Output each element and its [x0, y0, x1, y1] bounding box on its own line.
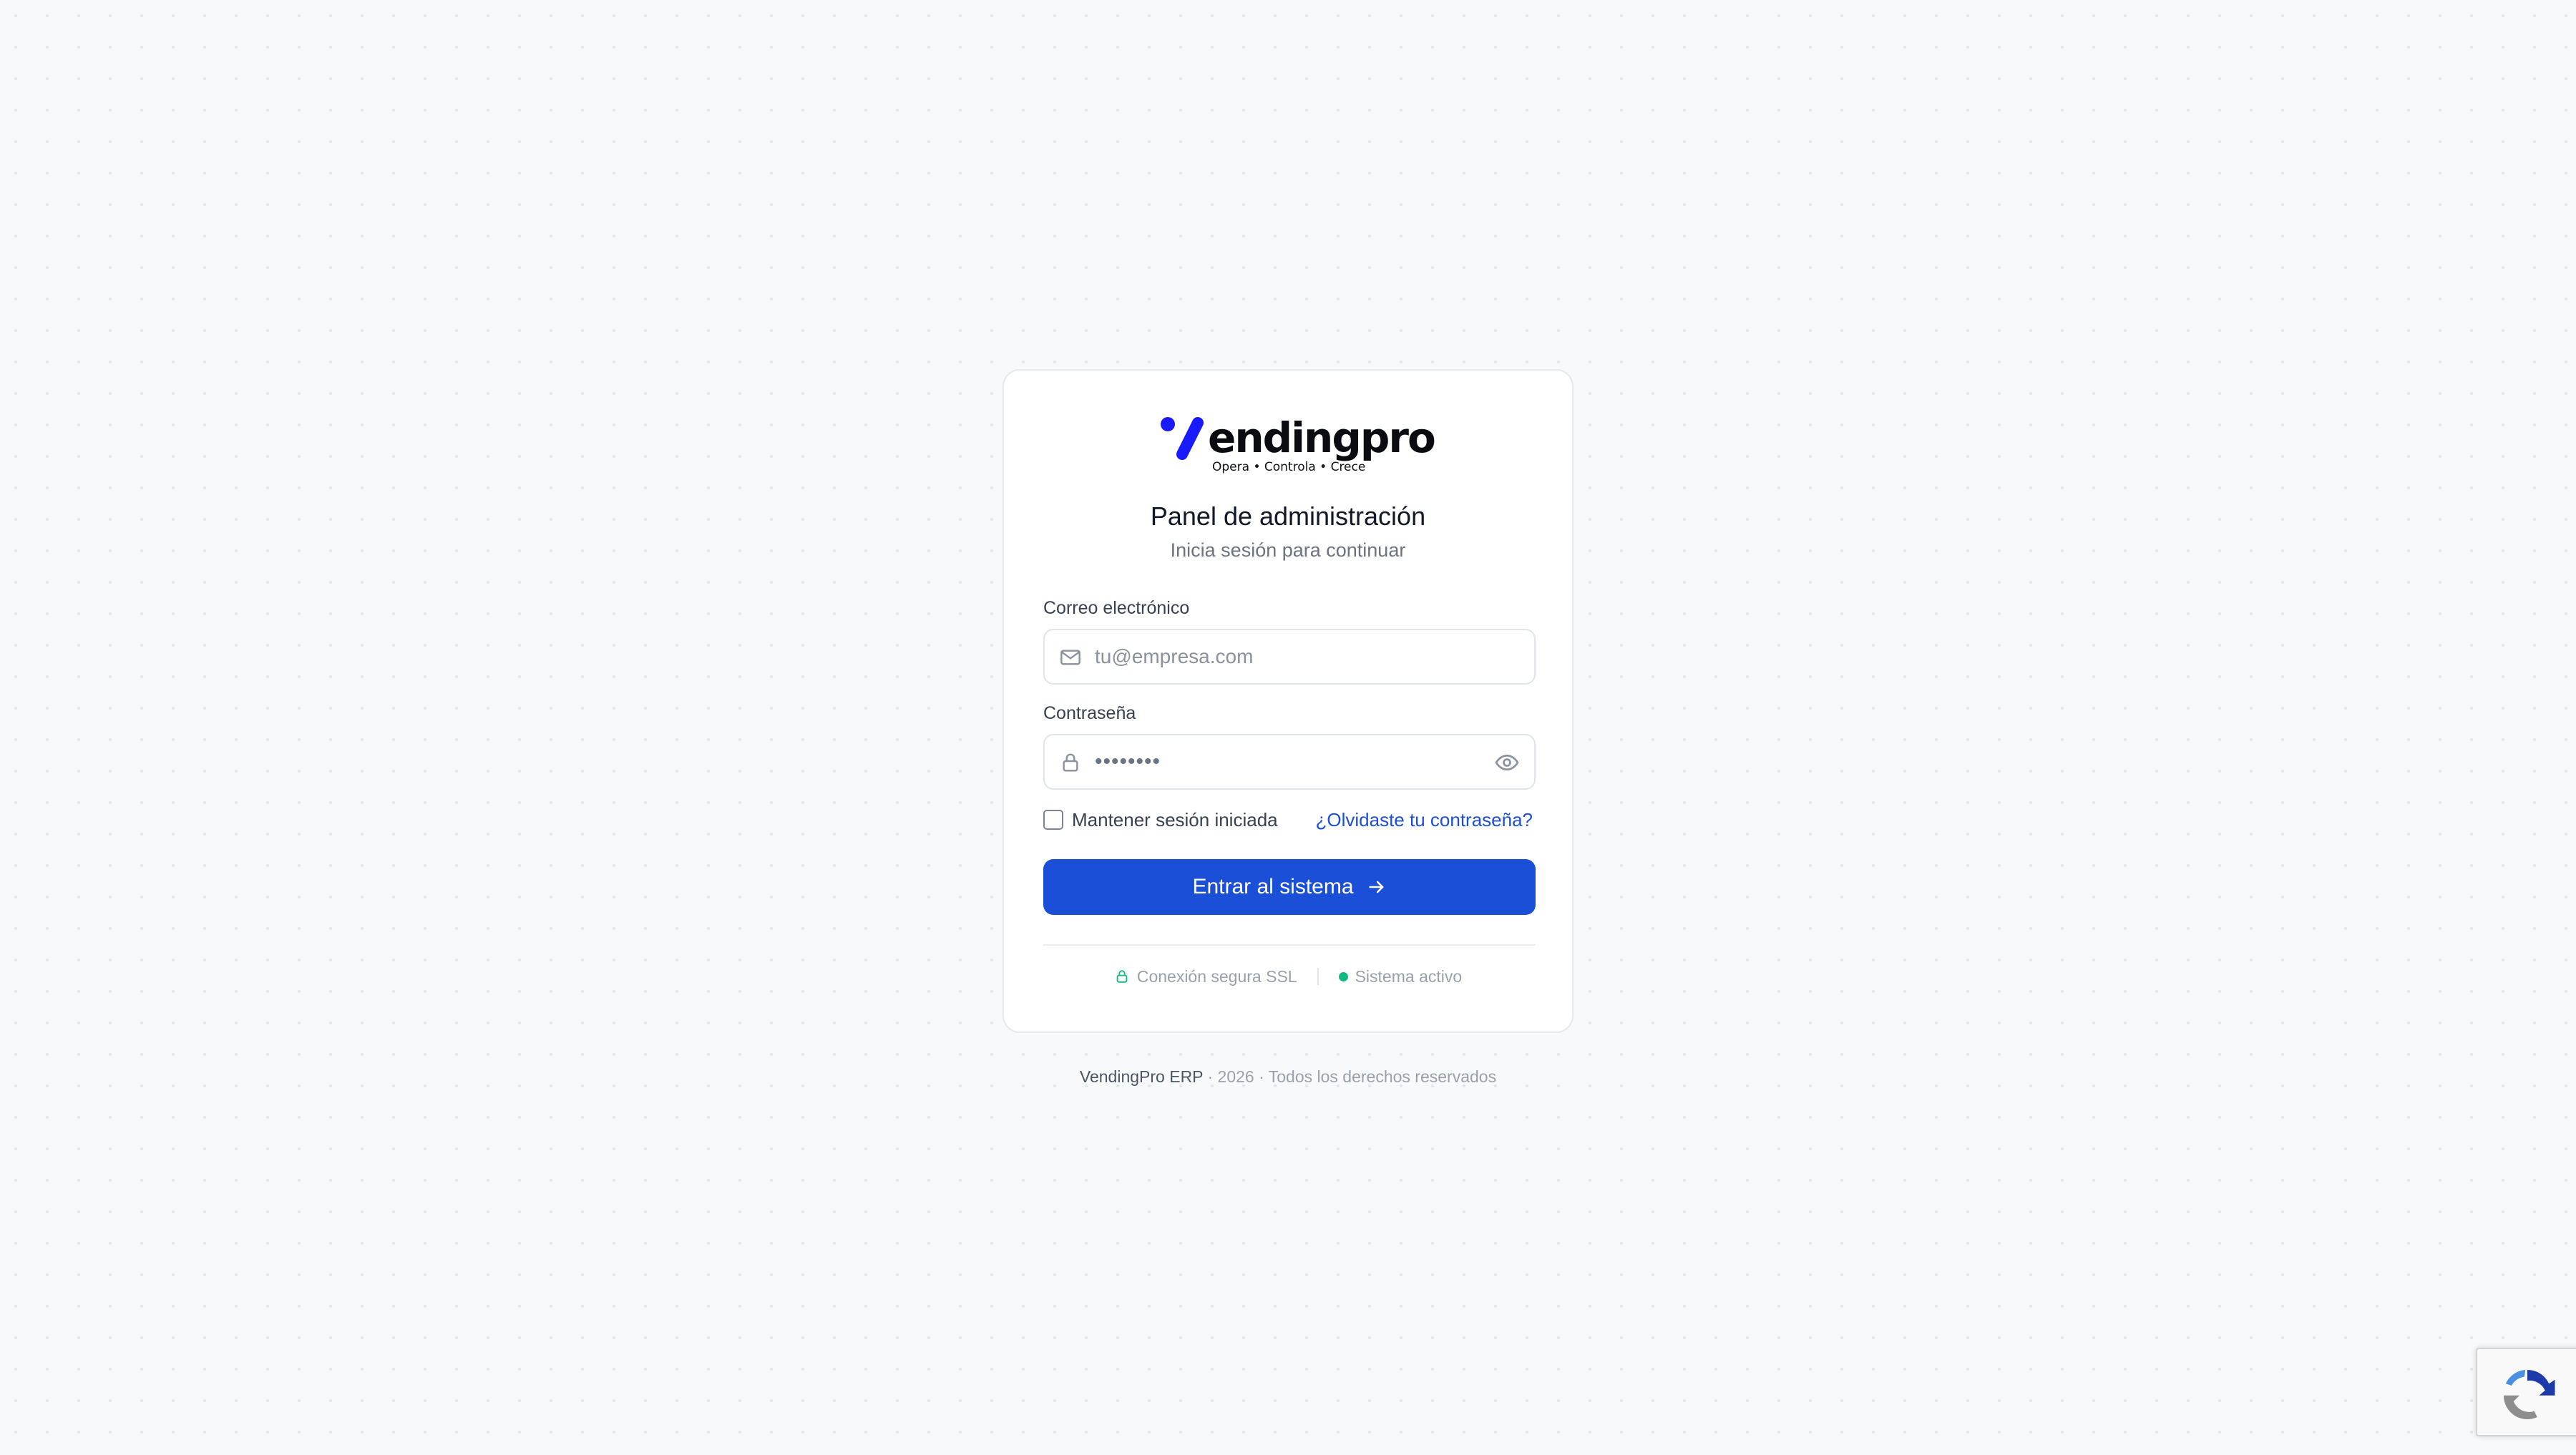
page-footer: VendingPro ERP · 2026 · Todos los derech… — [0, 1066, 2576, 1087]
divider — [1043, 944, 1536, 946]
recaptcha-icon — [2503, 1369, 2555, 1420]
arrow-right-icon — [1368, 881, 1383, 893]
password-input[interactable]: •••••••• — [1095, 748, 1161, 775]
system-status-dot — [1338, 971, 1348, 981]
page-subtitle: Inicia sesión para continuar — [1170, 539, 1406, 561]
remember-label[interactable]: Mantener sesión iniciada — [1072, 808, 1278, 831]
system-status-text: Sistema activo — [1355, 967, 1463, 986]
logo-tagline: Opera • Controla • Crece — [1212, 460, 1366, 474]
footer-brand: VendingPro ERP — [1079, 1067, 1204, 1086]
email-label: Correo electrónico — [1043, 598, 1190, 618]
lock-icon — [1063, 753, 1078, 772]
email-input[interactable] — [1095, 630, 1467, 683]
footer-copyright: · 2026 · Todos los derechos reservados — [1207, 1067, 1497, 1086]
forgot-password-link[interactable]: ¿Olvidaste tu contraseña? — [1316, 808, 1533, 831]
logo-wordmark: endingpro — [1208, 413, 1436, 462]
status-separator — [1317, 968, 1319, 985]
secure-connection-text: Conexión segura SSL — [1136, 967, 1297, 986]
remember-checkbox[interactable] — [1043, 810, 1063, 830]
secure-lock-icon — [1116, 970, 1128, 983]
email-field[interactable] — [1043, 629, 1536, 685]
recaptcha-badge[interactable] — [2476, 1348, 2576, 1436]
status-bar: Conexión segura SSL Sistema activo — [1004, 966, 1572, 987]
vendingpro-logo: endingpro Opera • Controla • Crece — [1161, 412, 1436, 476]
password-field[interactable]: •••••••• — [1043, 734, 1536, 790]
eye-icon[interactable] — [1494, 750, 1520, 775]
logo-mark-icon — [1161, 417, 1204, 460]
login-card: endingpro Opera • Controla • Crece Panel… — [1002, 369, 1574, 1033]
page-title: Panel de administración — [1150, 501, 1426, 531]
password-label: Contraseña — [1043, 703, 1136, 723]
mail-icon — [1060, 650, 1080, 665]
login-button[interactable]: Entrar al sistema — [1043, 859, 1536, 915]
login-button-label: Entrar al sistema — [1192, 875, 1354, 898]
